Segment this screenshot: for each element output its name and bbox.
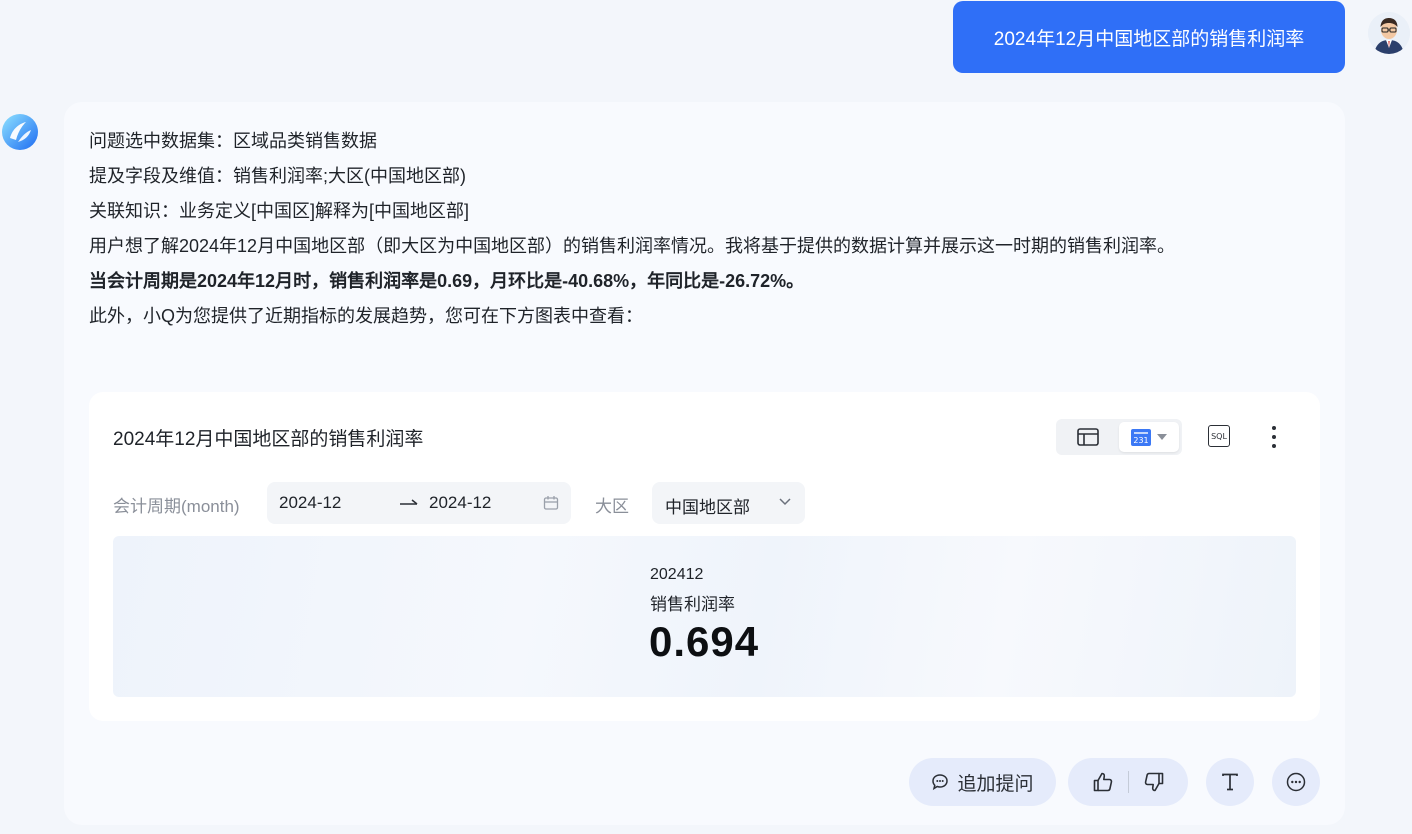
user-avatar-icon[interactable] (1368, 12, 1410, 54)
kpi-panel: 202412 销售利润率 0.694 (113, 536, 1296, 697)
region-select-value: 中国地区部 (665, 498, 750, 517)
knowledge-line: 关联知识：业务定义[中国区]解释为[中国地区部] (89, 201, 470, 221)
vote-group (1068, 758, 1188, 806)
table-icon (1077, 428, 1099, 446)
chart-widget: 2024年12月中国地区部的销售利润率 231 SQL 会计周期(month) … (89, 392, 1320, 721)
text-format-icon (1222, 773, 1238, 791)
answer-text: 问题选中数据集：区域品类销售数据 提及字段及维值：销售利润率;大区(中国地区部)… (89, 124, 1324, 334)
user-message-bubble: 2024年12月中国地区部的销售利润率 (953, 1, 1345, 73)
thumbs-up-icon[interactable] (1092, 771, 1114, 793)
period-filter-label: 会计周期(month) (113, 497, 240, 516)
sql-button[interactable]: SQL (1208, 425, 1230, 447)
chevron-down-icon (1157, 434, 1167, 440)
kpi-value: 0.694 (649, 618, 760, 665)
date-from[interactable]: 2024-12 (279, 493, 341, 513)
kpi-view-button[interactable]: 231 (1119, 422, 1179, 452)
view-switch: 231 (1056, 419, 1182, 455)
chevron-down-icon (779, 498, 791, 506)
more-options-button[interactable] (1272, 758, 1320, 806)
calendar-icon (543, 496, 559, 510)
text-mode-button[interactable] (1206, 758, 1254, 806)
more-horizontal-icon (1286, 772, 1306, 792)
sql-icon: SQL (1211, 431, 1227, 441)
chat-bubble-icon (932, 774, 949, 791)
more-vertical-icon[interactable] (1267, 424, 1281, 450)
arrow-right-icon (400, 499, 418, 505)
intent-line: 用户想了解2024年12月中国地区部（即大区为中国地区部）的销售利润率情况。我将… (89, 236, 1176, 256)
assistant-logo-icon (0, 112, 40, 152)
table-view-button[interactable] (1066, 423, 1110, 451)
conclusion-line: 当会计周期是2024年12月时，销售利润率是0.69，月环比是-40.68%，年… (89, 271, 805, 291)
region-select[interactable]: 中国地区部 (652, 482, 805, 524)
user-message-text: 2024年12月中国地区部的销售利润率 (993, 28, 1305, 50)
widget-title: 2024年12月中国地区部的销售利润率 (113, 429, 424, 450)
date-to[interactable]: 2024-12 (429, 493, 491, 513)
region-filter-label: 大区 (595, 497, 629, 516)
fields-line: 提及字段及维值：销售利润率;大区(中国地区部) (89, 166, 466, 186)
assistant-answer-card: 问题选中数据集：区域品类销售数据 提及字段及维值：销售利润率;大区(中国地区部)… (64, 102, 1345, 825)
dataset-line: 问题选中数据集：区域品类销售数据 (89, 131, 377, 151)
thumbs-down-icon[interactable] (1143, 771, 1165, 793)
kpi-icon-text: 231 (1133, 435, 1149, 445)
kpi-period: 202412 (650, 566, 704, 583)
followup-label: 追加提问 (957, 773, 1034, 795)
trend-hint-line: 此外，小Q为您提供了近期指标的发展趋势，您可在下方图表中查看： (89, 306, 643, 326)
kpi-metric-name: 销售利润率 (650, 595, 735, 614)
followup-button[interactable]: 追加提问 (909, 758, 1056, 806)
kpi-card-icon: 231 (1131, 428, 1151, 446)
date-range-picker[interactable]: 2024-12 2024-12 (267, 482, 571, 524)
